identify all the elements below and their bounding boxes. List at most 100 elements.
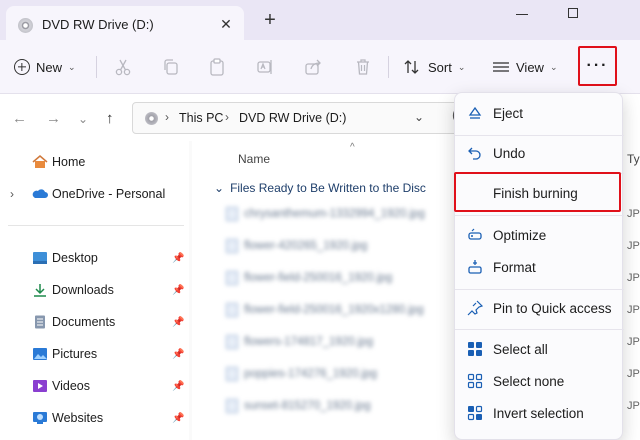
group-header[interactable]: ⌄ Files Ready to Be Written to the Disc bbox=[214, 181, 426, 195]
chevron-down-icon: ⌄ bbox=[68, 61, 76, 72]
file-name: poppies-174276_1920.jpg bbox=[244, 368, 378, 380]
disc-icon bbox=[145, 112, 158, 125]
pin-icon[interactable]: 📌 bbox=[172, 285, 184, 296]
file-type: JP bbox=[627, 400, 640, 412]
maximize-button[interactable] bbox=[568, 8, 578, 18]
recent-locations-icon[interactable]: ⌄ bbox=[78, 112, 88, 126]
pin-icon[interactable]: 📌 bbox=[172, 317, 184, 328]
address-bar[interactable]: › This PC › DVD RW Drive (D:) bbox=[132, 102, 462, 134]
view-button-label: View bbox=[516, 59, 544, 75]
address-dropdown-icon[interactable]: ⌄ bbox=[414, 110, 424, 124]
select-all-icon bbox=[468, 342, 482, 356]
divider bbox=[455, 215, 624, 216]
sidebar-item-label: Downloads bbox=[52, 283, 114, 297]
tab-title: DVD RW Drive (D:) bbox=[42, 17, 154, 32]
file-type: JP bbox=[627, 240, 640, 252]
sidebar-item-downloads[interactable]: Downloads 📌 bbox=[0, 277, 192, 303]
file-row[interactable]: poppies-174276_1920.jpg bbox=[226, 365, 440, 383]
sidebar-item-home[interactable]: Home bbox=[0, 149, 192, 175]
sidebar-item-onedrive[interactable]: › OneDrive - Personal bbox=[0, 181, 192, 207]
paste-icon[interactable] bbox=[208, 58, 226, 76]
disc-icon bbox=[18, 18, 33, 33]
file-row[interactable]: flower-420265_1920.jpg bbox=[226, 237, 440, 255]
menu-item-select-all[interactable]: Select all bbox=[455, 333, 624, 365]
pin-icon[interactable]: 📌 bbox=[172, 381, 184, 392]
menu-item-invert-selection[interactable]: Invert selection bbox=[455, 397, 624, 429]
new-button[interactable]: New ⌄ bbox=[14, 54, 76, 80]
menu-item-label: Format bbox=[493, 259, 536, 275]
file-name: flower-field-250016_1920.jpg bbox=[244, 272, 393, 284]
sort-button[interactable]: Sort ⌄ bbox=[404, 54, 465, 80]
documents-icon bbox=[35, 315, 45, 329]
see-more-button[interactable]: ··· bbox=[578, 46, 617, 86]
optimize-icon bbox=[468, 228, 482, 240]
menu-item-optimize[interactable]: Optimize bbox=[455, 219, 624, 251]
file-row[interactable]: flower-field-250016_1920.jpg bbox=[226, 269, 440, 287]
file-type: JP bbox=[627, 336, 640, 348]
invert-selection-icon bbox=[467, 405, 483, 421]
pin-icon[interactable]: 📌 bbox=[172, 349, 184, 360]
sidebar-item-pictures[interactable]: Pictures 📌 bbox=[0, 341, 192, 367]
eject-icon bbox=[468, 106, 482, 119]
websites-icon bbox=[33, 412, 47, 424]
sidebar-item-desktop[interactable]: Desktop 📌 bbox=[0, 245, 192, 271]
share-icon[interactable] bbox=[304, 58, 322, 76]
desktop-icon bbox=[33, 252, 47, 264]
file-row[interactable]: flowers-174817_1920.jpg bbox=[226, 333, 440, 351]
cut-icon[interactable] bbox=[114, 58, 132, 76]
rename-icon[interactable] bbox=[256, 58, 274, 76]
see-more-menu: Eject Undo Finish burning Optimize Forma… bbox=[454, 92, 624, 440]
pin-icon[interactable]: 📌 bbox=[172, 413, 184, 424]
pin-icon[interactable]: 📌 bbox=[172, 253, 184, 264]
sort-button-label: Sort bbox=[428, 59, 452, 75]
sidebar-item-label: Websites bbox=[52, 411, 104, 425]
back-icon[interactable]: ← bbox=[12, 110, 27, 127]
sidebar-item-videos[interactable]: Videos 📌 bbox=[0, 373, 192, 399]
menu-item-label: Pin to Quick access bbox=[493, 300, 612, 316]
file-type: JP bbox=[627, 272, 640, 284]
onedrive-icon bbox=[32, 189, 48, 198]
file-name: chrysanthemum-1332994_1920.jpg bbox=[244, 208, 425, 220]
sidebar-item-documents[interactable]: Documents 📌 bbox=[0, 309, 192, 335]
view-button[interactable]: View ⌄ bbox=[492, 54, 558, 80]
delete-icon[interactable] bbox=[354, 58, 372, 76]
menu-item-format[interactable]: Format bbox=[455, 251, 624, 283]
sidebar-item-label: OneDrive - Personal bbox=[52, 187, 166, 201]
breadcrumb-dvd-drive[interactable]: DVD RW Drive (D:) bbox=[239, 111, 346, 125]
divider bbox=[455, 329, 624, 330]
chevron-down-icon: ⌄ bbox=[457, 61, 466, 72]
sidebar-item-label: Pictures bbox=[52, 347, 98, 361]
file-name: sunset-815270_1920.jpg bbox=[244, 400, 371, 412]
image-file-icon bbox=[226, 271, 238, 285]
close-tab-icon[interactable]: ✕ bbox=[218, 16, 234, 32]
up-icon[interactable]: ↑ bbox=[106, 110, 114, 127]
breadcrumb-this-pc[interactable]: This PC bbox=[179, 111, 223, 125]
menu-item-select-none[interactable]: Select none bbox=[455, 365, 624, 397]
sidebar-item-label: Documents bbox=[52, 315, 116, 329]
menu-item-undo[interactable]: Undo bbox=[455, 137, 624, 169]
menu-item-eject[interactable]: Eject bbox=[455, 97, 624, 129]
file-row[interactable]: chrysanthemum-1332994_1920.jpg bbox=[226, 205, 440, 223]
group-collapse-chevron-icon[interactable]: ⌄ bbox=[214, 181, 224, 195]
file-row[interactable]: flower-field-250016_1920x1280.jpg bbox=[226, 301, 440, 319]
new-tab-button[interactable]: + bbox=[262, 10, 278, 30]
sidebar-item-label: Desktop bbox=[52, 251, 98, 265]
forward-icon[interactable]: → bbox=[46, 110, 61, 127]
new-button-label: New bbox=[36, 59, 63, 75]
menu-item-label: Eject bbox=[493, 105, 524, 121]
minimize-button[interactable] bbox=[516, 14, 528, 15]
file-row[interactable]: sunset-815270_1920.jpg bbox=[226, 397, 440, 415]
image-file-icon bbox=[226, 303, 238, 317]
expand-chevron-icon[interactable]: › bbox=[10, 187, 14, 201]
home-icon bbox=[32, 155, 48, 168]
downloads-icon bbox=[34, 284, 46, 297]
menu-item-label: Optimize bbox=[493, 227, 547, 243]
file-type: JP bbox=[627, 304, 640, 316]
file-name: flowers-174817_1920.jpg bbox=[244, 336, 374, 348]
sidebar-item-websites[interactable]: Websites 📌 bbox=[0, 405, 192, 431]
image-file-icon bbox=[226, 367, 238, 381]
copy-icon[interactable] bbox=[162, 58, 180, 76]
column-header-name[interactable]: Name bbox=[238, 152, 270, 166]
menu-item-pin-to-quick-access[interactable]: Pin to Quick access bbox=[455, 292, 624, 324]
column-header-type[interactable]: Ty bbox=[627, 152, 640, 166]
